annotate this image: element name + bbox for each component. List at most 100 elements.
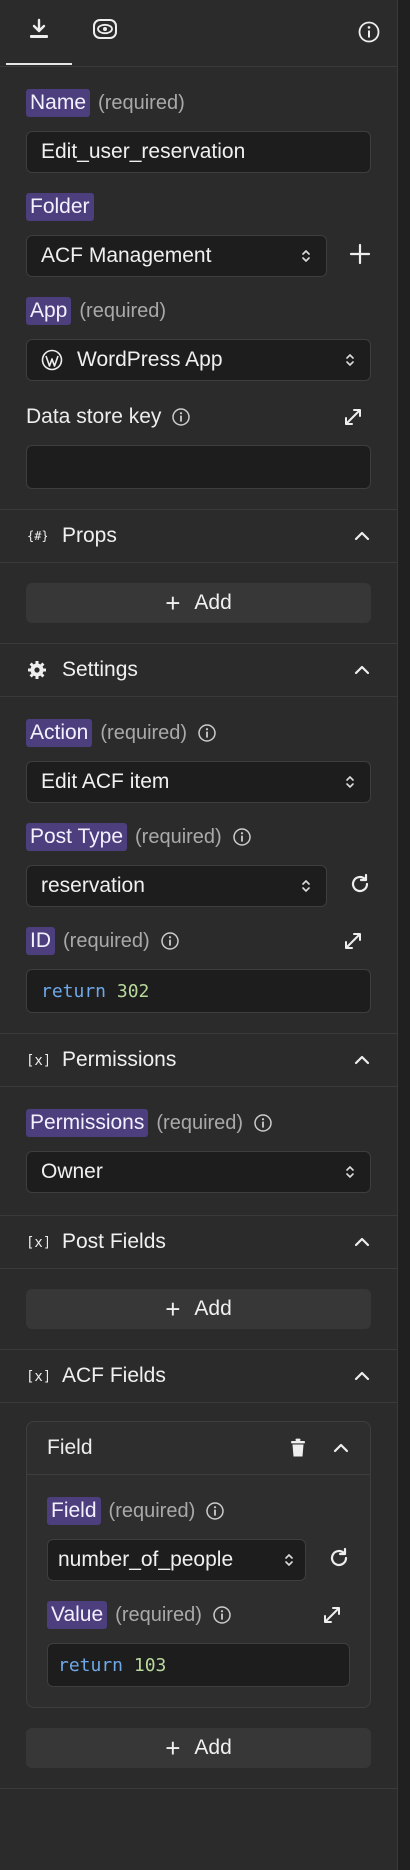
app-select[interactable]: WordPress App [26,339,371,381]
action-required: (required) [100,721,188,744]
acf-field-card-title: Field [47,1436,93,1459]
braces-icon: {#} [26,528,48,544]
gear-icon [26,660,48,680]
select-caret-icon [344,351,356,369]
name-required: (required) [98,91,185,114]
side-panel: Name (required) Edit_user_reservation Fo… [0,0,398,1870]
add-folder-button[interactable] [327,243,371,270]
action-select[interactable]: Edit ACF item [26,761,371,803]
app-label: App [26,297,72,325]
chevron-up-icon[interactable] [353,1236,371,1248]
app-value: WordPress App [77,348,223,371]
expand-icon[interactable] [322,1605,342,1625]
post-type-field: Post Type (required) reservation [26,821,371,907]
chevron-up-icon[interactable] [332,1442,350,1454]
wordpress-icon [41,349,63,371]
info-icon[interactable] [253,1113,273,1133]
general-section: Name (required) Edit_user_reservation Fo… [0,87,397,489]
svg-text:{#}: {#} [27,529,47,543]
expand-icon[interactable] [343,931,363,951]
refresh-acf-field-button[interactable] [306,1547,350,1574]
acf-field-select[interactable]: number_of_people [47,1539,306,1581]
chevron-up-icon[interactable] [353,664,371,676]
preview-icon [92,18,118,45]
settings-title: Settings [62,658,138,681]
acf-value-code-editor[interactable]: return 103 [47,1643,350,1687]
code-keyword: return [58,1654,124,1676]
permissions-title: Permissions [62,1048,177,1071]
trash-icon[interactable] [290,1438,306,1458]
download-icon [28,18,50,45]
plus-icon: + [165,1294,181,1324]
action-value: Edit ACF item [41,770,170,793]
plus-icon: + [165,1733,181,1763]
bottom-divider [0,1788,397,1789]
app-field: App (required) WordPress App [26,295,371,381]
acf-fields-header[interactable]: [x] ACF Fields [0,1349,397,1403]
svg-text:[x]: [x] [26,1053,48,1069]
refresh-post-type-button[interactable] [327,873,371,900]
svg-text:[x]: [x] [26,1235,48,1251]
info-icon[interactable] [355,18,383,46]
datastore-label: Data store key [26,405,162,428]
post-fields-header[interactable]: [x] Post Fields [0,1215,397,1269]
svg-text:[x]: [x] [26,1369,48,1385]
permissions-required: (required) [156,1111,244,1134]
info-icon[interactable] [197,723,217,743]
name-input[interactable]: Edit_user_reservation [26,131,371,173]
plus-icon [349,243,371,270]
acf-value-field: Value (required) return 103 [47,1599,350,1687]
acf-field-card: Field Field (required) number_of_people … [26,1421,371,1708]
acf-fields-title: ACF Fields [62,1364,166,1387]
acf-value-required: (required) [115,1603,202,1626]
code-value: 103 [133,1654,167,1676]
datastore-input[interactable] [26,445,371,489]
post-fields-add-button[interactable]: + Add [26,1289,371,1329]
folder-select[interactable]: ACF Management [26,235,327,277]
acf-field-label: Field [47,1497,101,1525]
acf-fields-add-button[interactable]: + Add [26,1728,371,1768]
props-add-label: Add [194,591,232,614]
variable-icon: [x] [26,1367,48,1385]
app-required: (required) [79,299,167,322]
id-required: (required) [63,929,150,952]
acf-field-required: (required) [108,1499,196,1522]
props-header[interactable]: {#} Props [0,509,397,563]
info-icon[interactable] [160,931,180,951]
post-type-value: reservation [41,874,145,897]
tab-download[interactable] [6,0,72,65]
chevron-up-icon[interactable] [353,530,371,542]
post-type-select[interactable]: reservation [26,865,327,907]
permissions-field: Permissions (required) Owner [26,1107,371,1193]
permissions-value: Owner [41,1160,103,1183]
info-icon[interactable] [232,827,252,847]
permissions-label: Permissions [26,1109,149,1137]
id-code-editor[interactable]: return 302 [26,969,371,1013]
acf-field-card-header[interactable]: Field [27,1422,370,1475]
permissions-select[interactable]: Owner [26,1151,371,1193]
variable-icon: [x] [26,1233,48,1251]
info-icon[interactable] [212,1605,232,1625]
acf-value-label: Value [47,1601,108,1629]
chevron-up-icon[interactable] [353,1054,371,1066]
acf-fields-add-label: Add [194,1736,232,1759]
permissions-header[interactable]: [x] Permissions [0,1033,397,1087]
panel-tabs [0,0,397,67]
action-field: Action (required) Edit ACF item [26,717,371,803]
folder-field: Folder ACF Management [26,191,371,277]
refresh-icon [349,873,371,900]
tab-preview[interactable] [72,0,138,63]
permissions-section: Permissions (required) Owner [0,1107,397,1193]
expand-icon[interactable] [343,407,363,427]
info-icon[interactable] [205,1501,225,1521]
settings-header[interactable]: Settings [0,643,397,697]
plus-icon: + [165,588,181,618]
select-caret-icon [344,773,356,791]
chevron-up-icon[interactable] [353,1370,371,1382]
id-label: ID [26,927,55,955]
props-add-button[interactable]: + Add [26,583,371,623]
select-caret-icon [300,877,312,895]
info-icon[interactable] [171,407,191,427]
id-field: ID (required) return 302 [26,925,371,1013]
post-fields-add-label: Add [194,1297,232,1320]
